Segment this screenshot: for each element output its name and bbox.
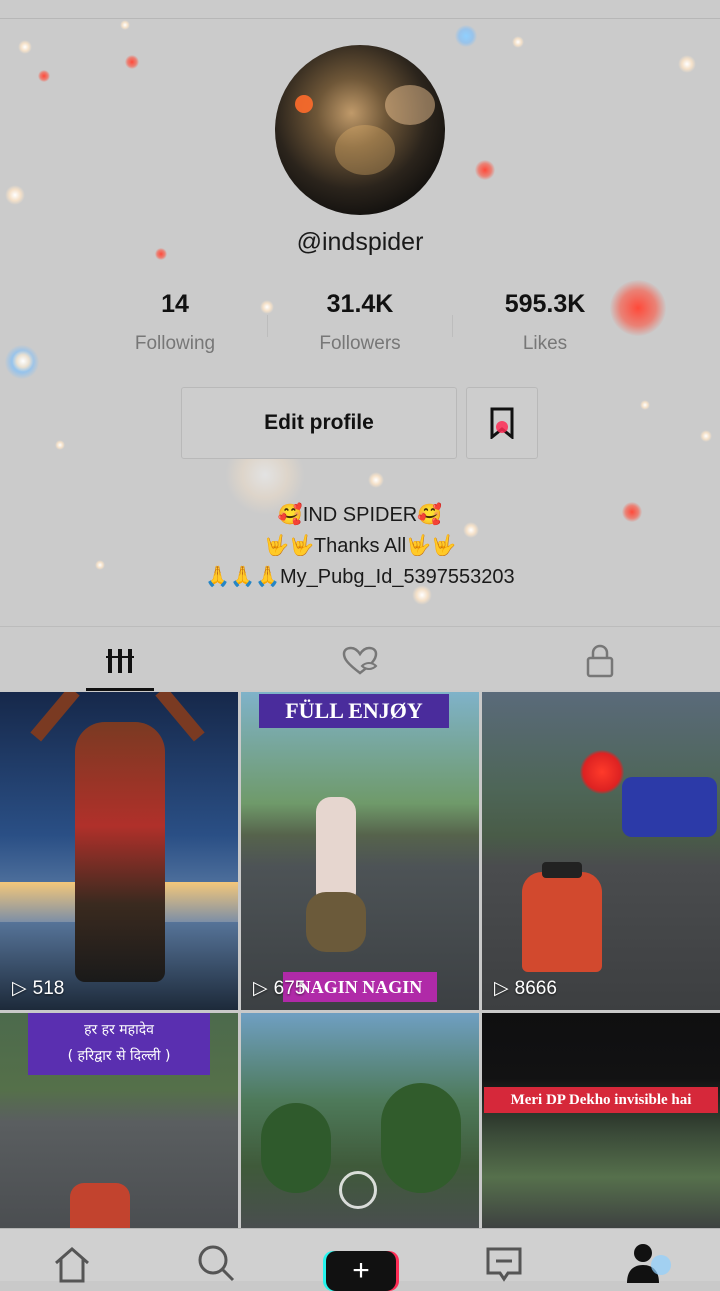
status-divider	[0, 18, 720, 19]
banner-line: हर हर महादेव	[84, 1022, 154, 1038]
nav-discover[interactable]	[144, 1229, 288, 1282]
sparkle-effect	[120, 20, 130, 30]
stat-value: 595.3K	[504, 290, 586, 318]
username: @indspider	[296, 228, 424, 256]
profile-icon	[627, 1244, 671, 1283]
video-thumbnail[interactable]: हर हर महादेव ( हरिद्वार से दिल्ली )	[0, 1013, 238, 1232]
section-divider	[0, 626, 720, 627]
sparkle-effect	[260, 300, 274, 314]
video-thumbnail[interactable]	[241, 1013, 479, 1232]
heart-hidden-icon	[342, 646, 378, 675]
bookmark-icon	[490, 407, 514, 439]
stat-likes[interactable]: 595.3K Likes	[465, 290, 625, 355]
edit-profile-button[interactable]: Edit profile	[181, 387, 457, 459]
create-button: +	[323, 1251, 399, 1291]
view-count: ▷ 8666	[494, 977, 557, 1000]
stat-label: Followers	[319, 333, 401, 354]
play-icon: ▷	[253, 978, 268, 999]
stat-following[interactable]: 14 Following	[95, 290, 255, 355]
bio-line: 🙏🙏🙏My_Pubg_Id_5397553203	[205, 566, 515, 588]
tab-liked[interactable]	[240, 630, 480, 692]
nav-inbox[interactable]	[432, 1229, 576, 1282]
sparkle-effect	[678, 55, 696, 73]
video-thumbnail[interactable]: FÜLL ENJØY NAGIN NAGIN ▷ 675	[241, 692, 479, 1010]
sparkle-effect	[455, 25, 477, 47]
view-count: ▷ 675	[253, 977, 306, 1000]
search-icon	[198, 1245, 235, 1282]
home-icon	[55, 1247, 89, 1283]
sparkle-effect	[5, 185, 25, 205]
play-icon: ▷	[494, 978, 509, 999]
stat-followers[interactable]: 31.4K Followers	[280, 290, 440, 355]
inbox-icon	[486, 1247, 522, 1282]
video-banner: Meri DP Dekho invisible hai	[484, 1087, 718, 1113]
video-thumbnail[interactable]: ▷ 8666	[482, 692, 720, 1010]
stat-divider	[452, 315, 453, 337]
video-banner: NAGIN NAGIN	[283, 972, 437, 1002]
nav-home[interactable]	[0, 1229, 144, 1283]
stat-value: 14	[161, 290, 189, 318]
sparkle-effect	[368, 472, 384, 488]
nav-create[interactable]: +	[288, 1229, 432, 1291]
sparkle-effect	[18, 40, 32, 54]
video-thumbnail[interactable]: Meri DP Dekho invisible hai	[482, 1013, 720, 1232]
favorites-button[interactable]	[466, 387, 538, 459]
lock-icon	[586, 644, 614, 678]
sparkle-effect	[12, 350, 34, 372]
grid-bars-icon	[106, 649, 134, 673]
plus-icon: +	[326, 1251, 396, 1291]
sparkle-effect	[125, 55, 139, 69]
stat-value: 31.4K	[326, 290, 394, 318]
tab-videos[interactable]	[0, 630, 240, 692]
sparkle-effect	[475, 160, 495, 180]
sparkle-effect	[640, 400, 650, 410]
sparkle-effect	[55, 440, 65, 450]
sparkle-effect	[38, 70, 50, 82]
avatar[interactable]	[275, 45, 445, 215]
view-count: ▷ 518	[12, 977, 65, 1000]
nav-me[interactable]	[576, 1229, 720, 1283]
bio-line: 🤟🤟Thanks All🤟🤟	[264, 535, 456, 557]
sparkle-effect	[512, 36, 524, 48]
video-banner: FÜLL ENJØY	[259, 694, 449, 728]
sparkle-effect	[700, 430, 712, 442]
video-grid: ▷ 518 FÜLL ENJØY NAGIN NAGIN ▷ 675 ▷ 8666 ह…	[0, 692, 720, 1232]
stat-divider	[267, 315, 268, 337]
active-tab-indicator	[86, 688, 154, 691]
banner-line: ( हरिद्वार से दिल्ली )	[67, 1048, 171, 1064]
bio-line: 🥰IND SPIDER🥰	[277, 504, 443, 526]
tab-private[interactable]	[480, 630, 720, 692]
video-thumbnail[interactable]: ▷ 518	[0, 692, 238, 1010]
play-icon: ▷	[12, 978, 27, 999]
stat-label: Following	[134, 333, 216, 354]
bottom-navigation: +	[0, 1228, 720, 1291]
video-banner: हर हर महादेव ( हरिद्वार से दिल्ली )	[28, 1013, 210, 1075]
stat-label: Likes	[522, 333, 568, 354]
